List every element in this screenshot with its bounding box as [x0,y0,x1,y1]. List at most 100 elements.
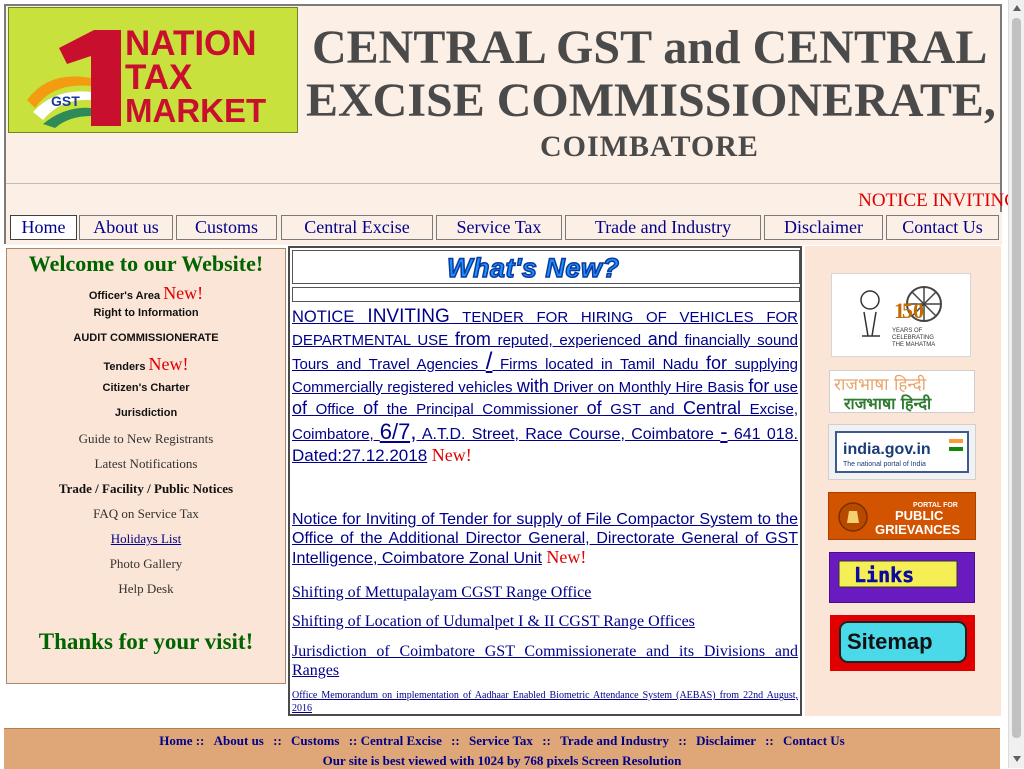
site-title-city: COIMBATORE [540,130,759,163]
scrollbar-thumb[interactable] [1012,18,1021,738]
nav-tab-disclaimer[interactable]: Disclaimer [764,215,883,240]
sidebar-item-jurisdiction[interactable]: Jurisdiction [7,407,285,419]
left-sidebar: Welcome to our Website! Officer's Area N… [6,248,286,684]
notice-text[interactable]: for [706,353,727,373]
sidebar-item-help-desk[interactable]: Help Desk [7,581,285,597]
scroll-down-arrow-icon[interactable] [1013,756,1021,762]
footer-link-customs[interactable]: Customs [291,733,339,748]
sidebar-item-citizens-charter[interactable]: Citizen's Charter [7,382,285,394]
notice-text[interactable]: of [587,398,602,418]
footer-link-contact-us[interactable]: Contact Us [783,733,845,748]
footer-nav: Home :: About us :: Customs :: Central E… [4,733,1000,749]
notice-text[interactable]: Office [307,401,363,418]
notice-text[interactable]: A.T.D. Street, Race Course, Coimbatore [416,426,720,443]
footer-link-central-excise[interactable]: Central Excise [361,733,442,748]
sidebar-item-holidays-list[interactable]: Holidays List [7,531,285,547]
notice-text[interactable]: INVITING [367,306,449,327]
rajbhasha-banner[interactable]: राजभाषा हिन्दी राजभाषा हिन्दी [829,370,975,413]
logo-gst-text: GST [51,93,80,109]
sidebar-item-latest-notifications[interactable]: Latest Notifications [7,456,285,472]
nav-tab-trade-and-industry[interactable]: Trade and Industry [565,215,761,240]
grievances-main-text: GRIEVANCES [875,522,960,537]
footer-separator: :: [273,733,282,748]
links-art: Links [838,560,958,588]
footer-link-about-us[interactable]: About us [214,733,264,748]
notice-mettupalayam-range[interactable]: Shifting of Mettupalayam CGST Range Offi… [292,584,798,602]
notice-text[interactable]: Shifting of Location of Udumalpet I & II… [292,613,695,630]
notice-text[interactable]: 641 018. [728,426,798,443]
notice-text[interactable]: 6/7, [380,419,417,444]
nav-tab-contact-us[interactable]: Contact Us [886,215,999,240]
notice-text[interactable]: with [517,376,549,396]
sidebar-item-guide-new-registrants[interactable]: Guide to New Registrants [7,431,285,447]
notice-text[interactable]: Shifting of Mettupalayam CGST Range Offi… [292,584,591,601]
nav-tab-about-us[interactable]: About us [79,215,173,240]
sidebar-item-rti[interactable]: Right to Information [7,307,285,319]
links-label: Links [854,563,914,587]
notice-text[interactable]: Notice for Inviting of Tender for supply… [292,511,798,567]
notice-text[interactable]: Firms located in Tamil Nadu [492,356,706,373]
vertical-scrollbar[interactable] [1008,0,1024,768]
notice-text[interactable]: - [720,419,727,444]
notice-text[interactable]: and [648,329,678,349]
notice-udumalpet-range[interactable]: Shifting of Location of Udumalpet I & II… [292,613,798,631]
sidebar-item-tenders[interactable]: Tenders New! [7,354,285,375]
sitemap-button[interactable]: Sitemap [830,615,975,671]
logo-market-text: MARKET [125,92,267,129]
links-button[interactable]: Links [829,552,975,603]
footer-resolution-note: Our site is best viewed with 1024 by 768… [322,753,682,768]
notice-text[interactable]: of [292,398,307,418]
notice-text[interactable]: of [363,398,378,418]
sidebar-item-trade-facility-public-notices[interactable]: Trade / Facility / Public Notices [7,481,285,497]
ashoka-emblem-icon [847,511,859,523]
notice-vehicle-hire-tender[interactable]: NOTICE INVITING TENDER FOR HIRING OF VEH… [292,306,798,468]
notice-text[interactable]: Driver on Monthly Hire Basis [549,379,749,396]
gandhi-150-banner[interactable]: 1 YEARS OF CELEBRATING THE MAHATMA 50 [831,273,971,357]
notice-text[interactable]: NOTICE [292,308,367,326]
top-nav-bar: Home About us Customs Central Excise Ser… [6,212,1002,245]
new-badge: New! [163,283,204,303]
india-gov-portal-banner[interactable]: india.gov.in The national portal of Indi… [828,424,976,480]
sidebar-item-label[interactable]: Tenders [103,361,145,373]
public-grievances-banner[interactable]: PORTAL FOR PUBLIC GRIEVANCES [828,492,976,540]
scroll-up-arrow-icon[interactable] [1013,5,1021,11]
notice-text[interactable]: Dated:27.12.2018 [292,446,427,465]
notice-jurisdiction[interactable]: Jurisdiction of Coimbatore GST Commissio… [292,642,798,680]
notice-text[interactable]: Office Memorandum on implementation of A… [292,690,798,714]
sidebar-item-officers-area[interactable]: Officer's Area New! [7,283,285,304]
notice-aebas-memorandum[interactable]: Office Memorandum on implementation of A… [292,689,798,715]
footer-link-disclaimer[interactable]: Disclaimer [696,733,756,748]
notice-text[interactable]: Central [683,398,741,418]
notice-text[interactable]: the Principal Commissioner [378,401,587,418]
sidebar-item-label[interactable]: Officer's Area [89,290,160,302]
notice-text[interactable]: for [748,376,769,396]
notice-text[interactable]: use [769,379,798,396]
site-title-line2: EXCISE COMMISSIONERATE, [306,74,996,127]
sidebar-item-faq-service-tax[interactable]: FAQ on Service Tax [7,506,285,522]
nav-tab-home[interactable]: Home [10,215,77,240]
nav-tab-service-tax[interactable]: Service Tax [436,215,562,240]
notice-text[interactable]: GST and [602,401,683,418]
notice-text[interactable]: Jurisdiction of Coimbatore GST Commissio… [292,643,798,679]
whats-new-spacer-box [292,287,800,302]
sidebar-item-audit-commissionerate[interactable]: AUDIT COMMISSIONERATE [7,332,285,344]
grievances-public-text: PUBLIC [895,508,944,523]
footer-separator: :: [195,733,205,748]
sidebar-item-photo-gallery[interactable]: Photo Gallery [7,556,285,572]
notice-text[interactable]: reputed, experienced [491,332,648,349]
india-gov-main: india.gov.in [843,441,931,458]
footer-link-service-tax[interactable]: Service Tax [469,733,533,748]
news-marquee[interactable]: NOTICE INVITING [858,190,1018,212]
gandhi-line3: THE MAHATMA [892,342,935,348]
notice-text[interactable]: from [455,329,491,349]
footer-link-trade-and-industry[interactable]: Trade and Industry [560,733,669,748]
nav-tab-central-excise[interactable]: Central Excise [281,215,433,240]
india-gov-art: india.gov.in The national portal of Indi… [835,431,969,473]
header-divider [6,183,1000,184]
footer-separator: :: [348,733,358,748]
gandhi-150-num2: 50 [902,298,924,323]
footer-link-home[interactable]: Home [159,733,192,748]
nav-tab-customs[interactable]: Customs [176,215,277,240]
gandhi-line2: CELEBRATING [892,335,934,341]
notice-file-compactor-tender[interactable]: Notice for Inviting of Tender for supply… [292,510,798,568]
